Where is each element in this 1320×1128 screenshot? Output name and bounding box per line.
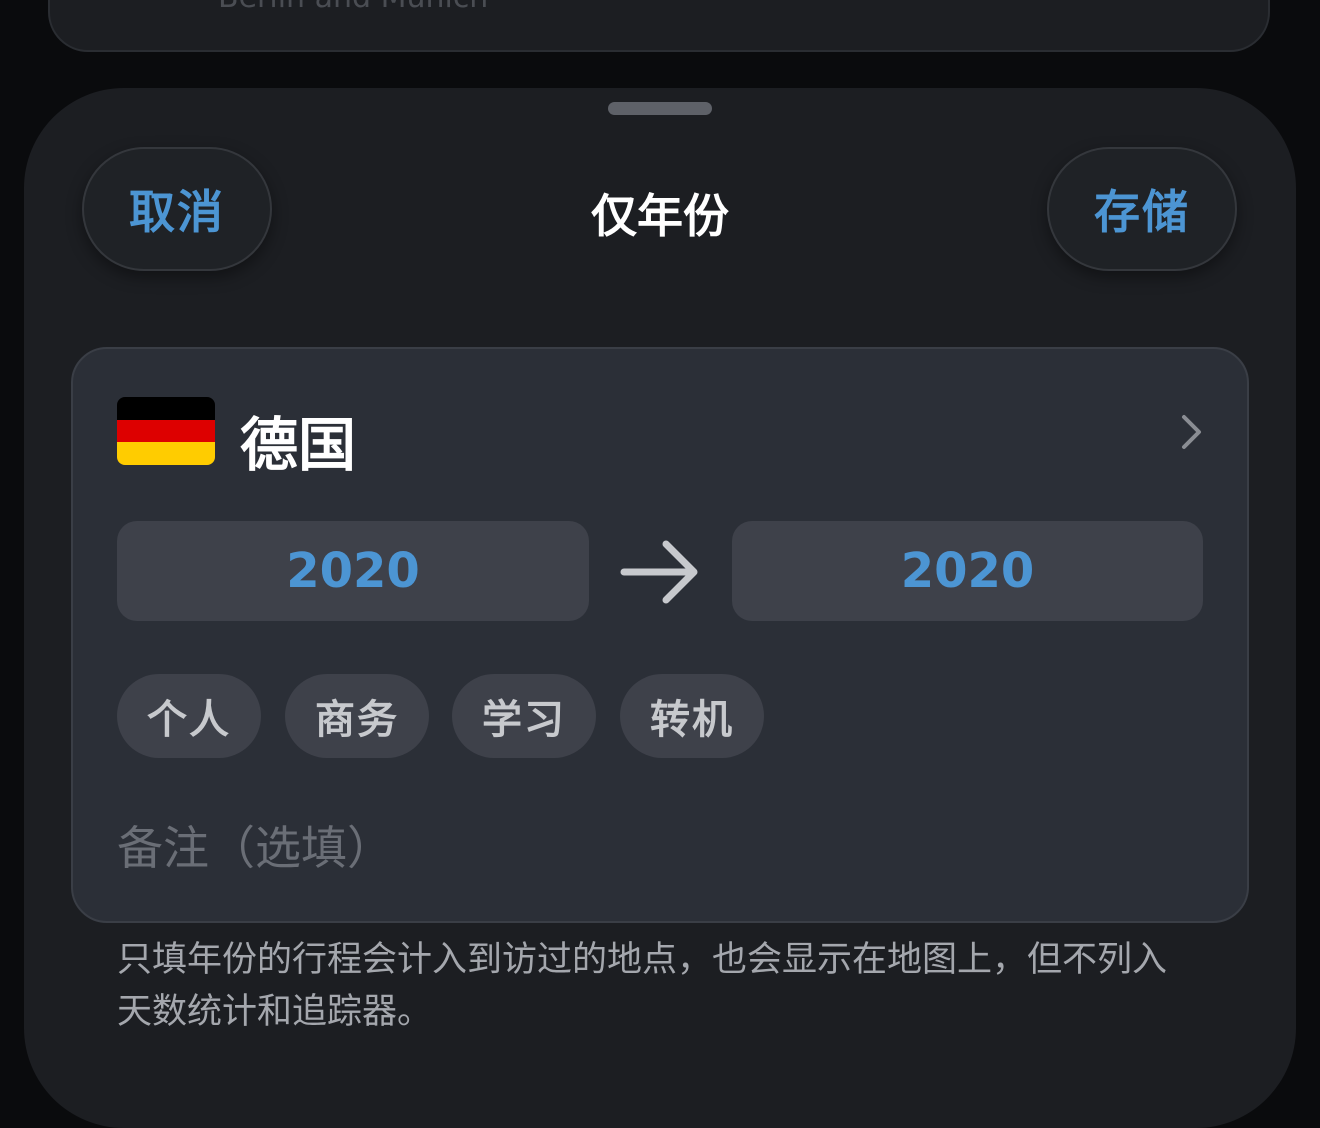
country-name[interactable]: 德国 [240, 398, 356, 482]
arrow-right-icon [620, 540, 698, 604]
previous-trip-card[interactable]: Berlin and Munich [48, 0, 1270, 52]
note-input[interactable]: 备注（选填） [117, 812, 393, 878]
category-chip-personal[interactable]: 个人 [117, 674, 261, 758]
category-chip-transit[interactable]: 转机 [620, 674, 764, 758]
germany-flag-icon [117, 397, 215, 465]
cancel-button[interactable]: 取消 [82, 147, 272, 271]
start-year-field[interactable]: 2020 [117, 521, 589, 621]
footnote-text: 只填年份的行程会计入到访过的地点，也会显示在地图上，但不列入天数统计和追踪器。 [117, 940, 1168, 1032]
category-chip-study[interactable]: 学习 [452, 674, 596, 758]
save-button[interactable]: 存储 [1047, 147, 1237, 271]
previous-trip-text: Berlin and Munich [218, 0, 488, 15]
category-chip-business[interactable]: 商务 [285, 674, 429, 758]
sheet-title: 仅年份 [591, 189, 729, 243]
end-year-field[interactable]: 2020 [732, 521, 1203, 621]
sheet-grabber[interactable] [608, 102, 712, 115]
chevron-right-icon[interactable] [1176, 412, 1206, 452]
